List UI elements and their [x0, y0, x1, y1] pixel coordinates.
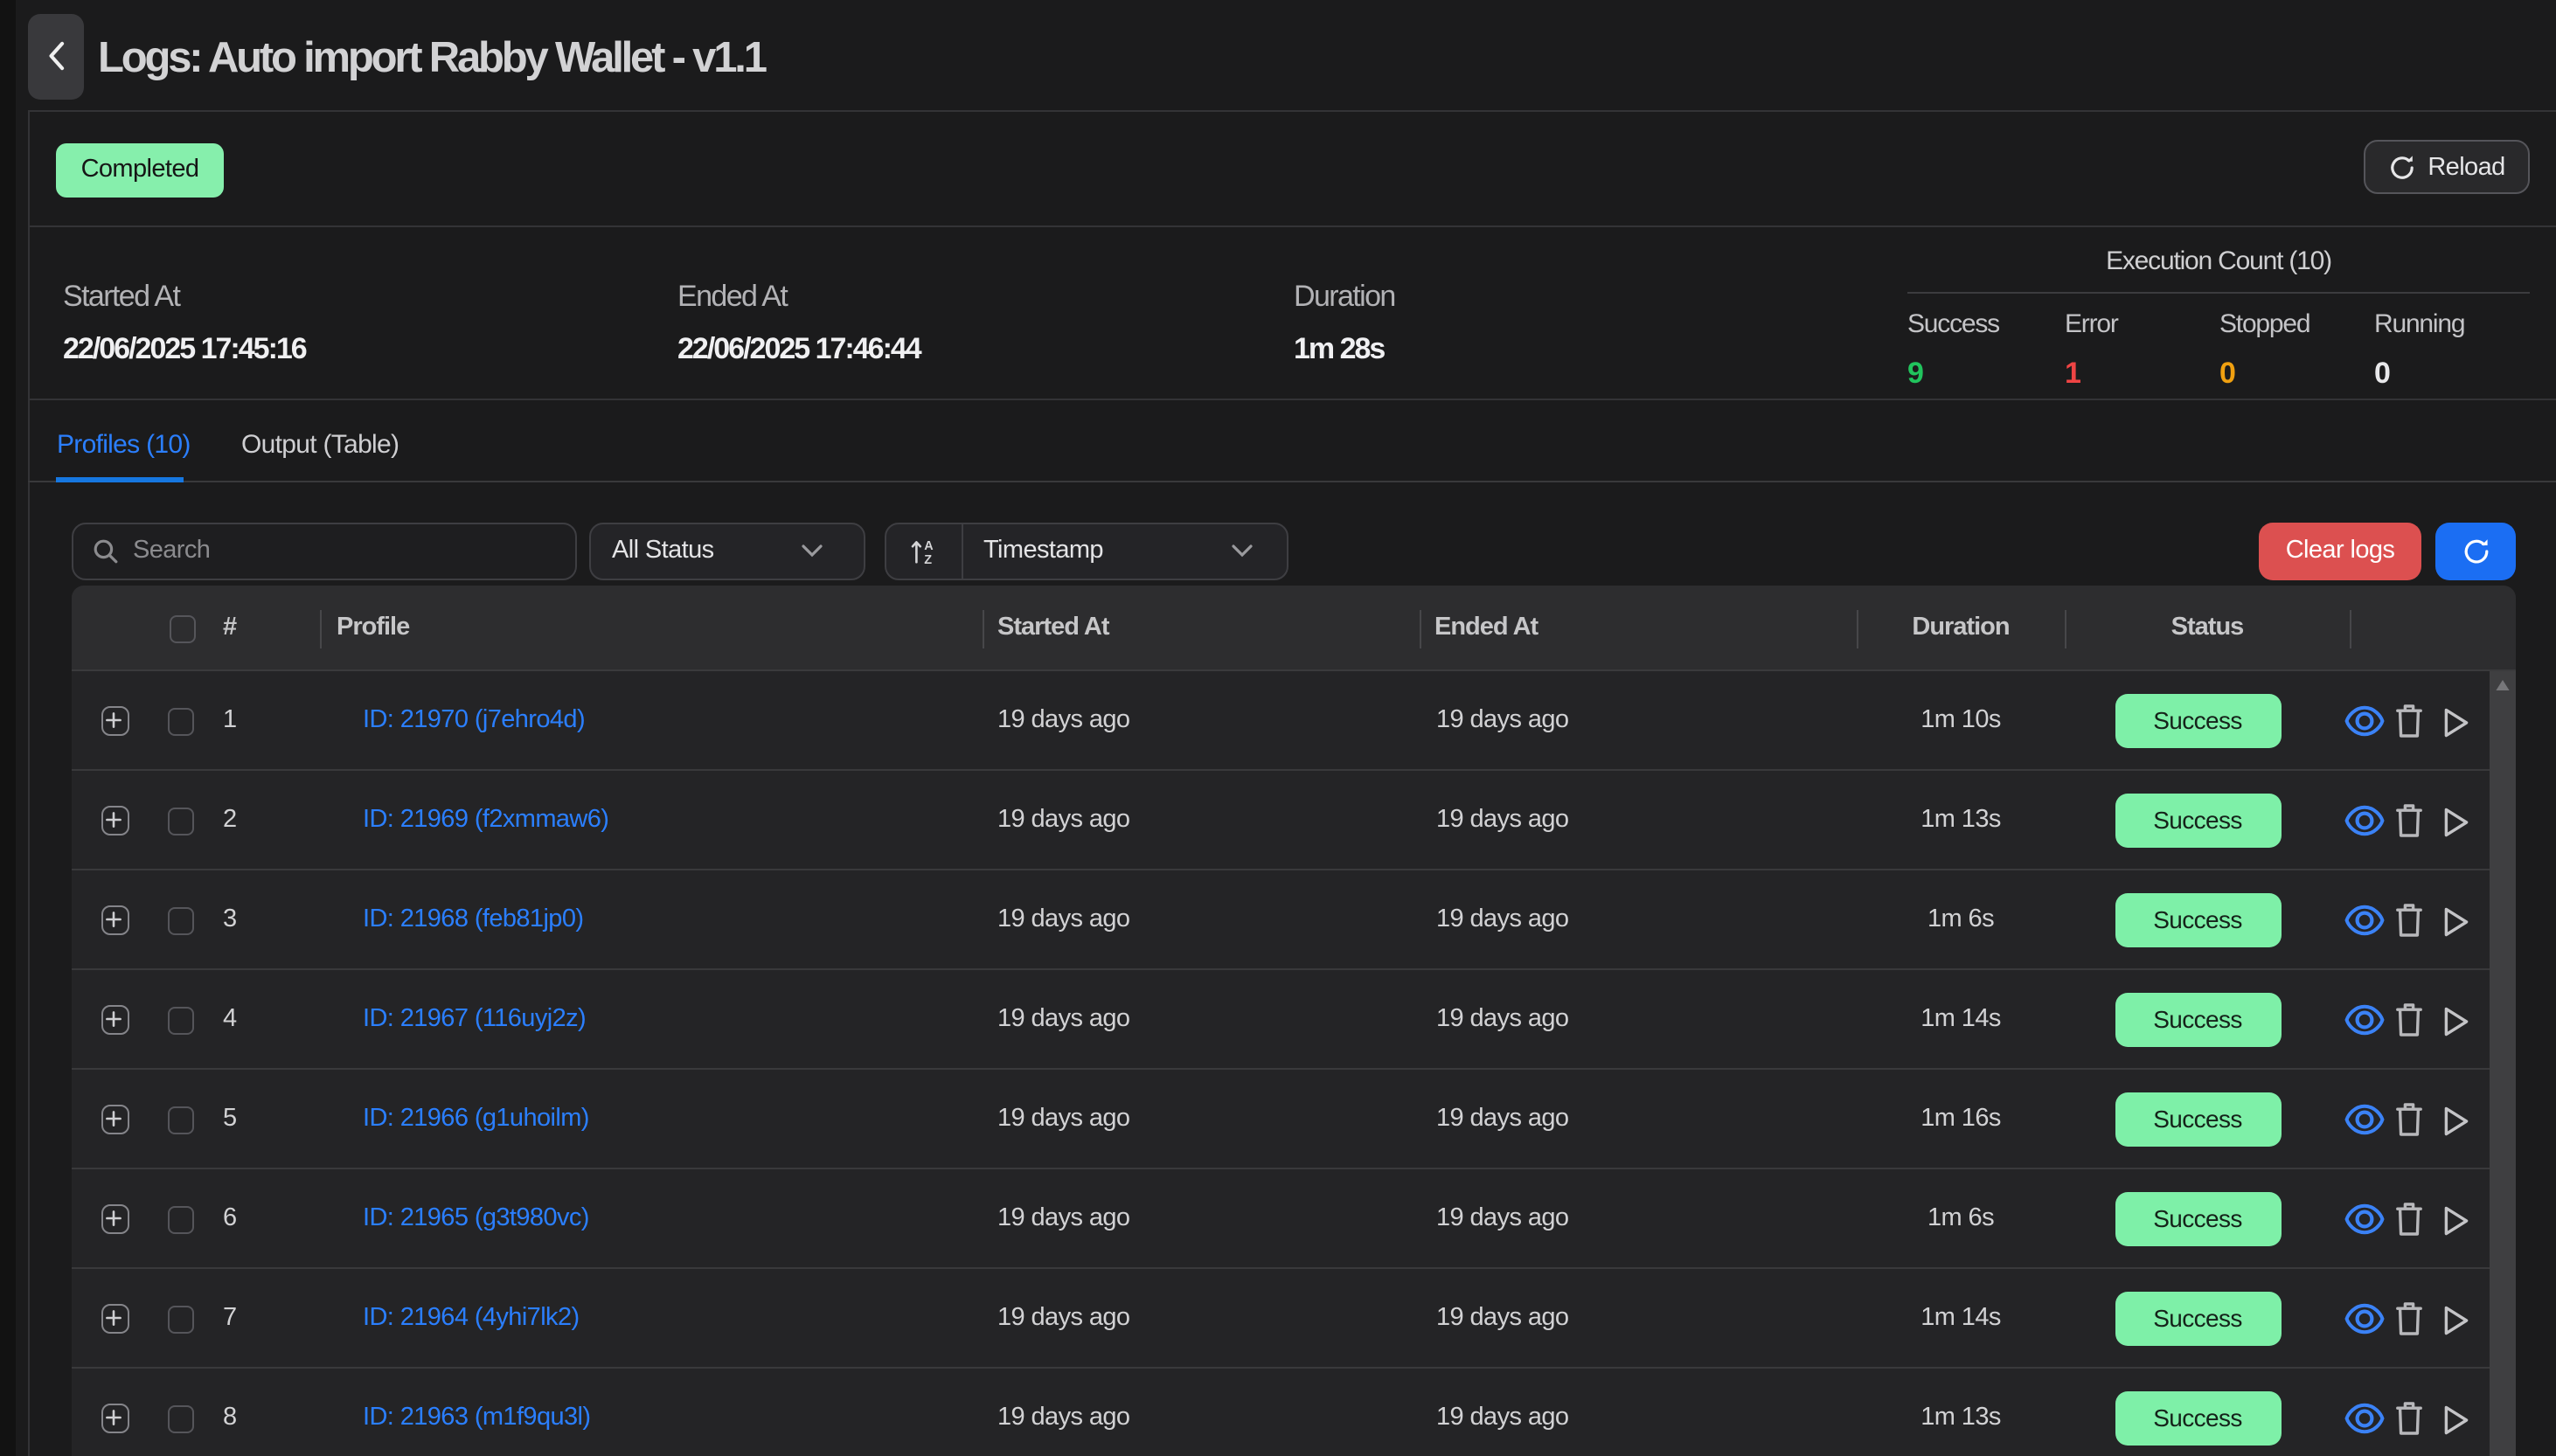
svg-text:Z: Z — [924, 552, 932, 565]
svg-text:A: A — [924, 538, 934, 552]
